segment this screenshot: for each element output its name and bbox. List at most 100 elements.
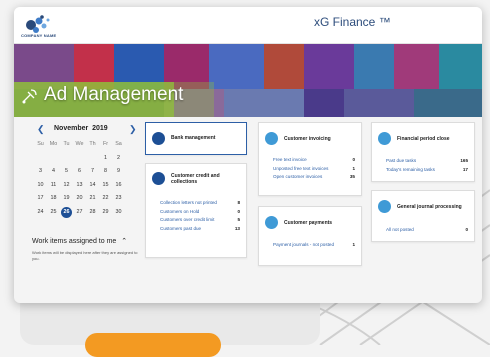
calendar-day[interactable]: 16 (112, 179, 125, 193)
calendar-month-year: November 2019 (54, 125, 108, 132)
calendar-weekday: Th (89, 141, 96, 147)
tile-row[interactable]: Customers over credit limit 5 (160, 217, 240, 223)
invoice-icon (265, 132, 278, 145)
tile-rows: Free text invoice 0 Unposted free text inv… (273, 157, 355, 183)
tile-rows: All not posted 0 (386, 227, 468, 236)
tile-title: Financial period close (397, 136, 450, 142)
tile-row-label[interactable]: Free text invoice (273, 157, 335, 163)
company-name: COMPANY NAME (21, 33, 57, 38)
tile-customer-invoicing[interactable]: Customer invoicing Free text invoice 0 Unp… (258, 122, 362, 196)
tile-row-label[interactable]: Customers past due (160, 226, 222, 232)
orange-action-button[interactable] (85, 333, 221, 357)
tile-row[interactable]: Unposted free text invoices 1 (273, 166, 355, 172)
tile-row-label[interactable]: Open customer invoices (273, 174, 335, 180)
calendar-day[interactable]: 19 (60, 192, 73, 206)
calendar-day-today[interactable]: 26 (61, 206, 72, 218)
calendar-day[interactable]: 4 (47, 165, 60, 179)
work-items-heading[interactable]: Work items assigned to me ⌃ (32, 237, 127, 245)
credit-card-icon (152, 172, 165, 185)
tile-row[interactable]: Past due tasks 165 (386, 158, 468, 164)
calendar-day[interactable]: 5 (60, 165, 73, 179)
calendar-day[interactable]: 17 (34, 192, 47, 206)
calendar-day[interactable]: 29 (99, 206, 112, 220)
tile-header: Financial period close (372, 123, 474, 147)
tile-row-count: 17 (462, 166, 468, 172)
tile-row[interactable]: Customers on Hold 0 (160, 209, 240, 215)
calendar-weekday: Su (37, 141, 44, 147)
calendar-grid: Su Mo Tu We Th Fr Sa 1 2 3 4 5 6 7 8 9 10 11 12 13 14 15 16 17 1… (34, 138, 144, 220)
calendar-day[interactable]: 28 (86, 206, 99, 220)
tile-row-label[interactable]: Customers on Hold (160, 209, 222, 215)
calendar-day[interactable]: 30 (112, 206, 125, 220)
calendar-day[interactable]: 8 (99, 165, 112, 179)
calendar-empty-cell (86, 152, 99, 166)
tile-row[interactable]: All not posted 0 (386, 227, 468, 233)
calendar-empty-cell (73, 152, 86, 166)
tile-row[interactable]: Open customer invoices 35 (273, 174, 355, 180)
tile-customer-credit[interactable]: Customer credit and collections Collecti… (145, 163, 247, 258)
tile-row[interactable]: Free text invoice 0 (273, 157, 355, 163)
tile-row[interactable]: Today's remaining tasks 17 (386, 167, 468, 173)
calendar-day[interactable]: 22 (99, 192, 112, 206)
chevron-right-icon[interactable]: ❯ (129, 124, 137, 135)
calendar-day[interactable]: 21 (86, 192, 99, 206)
calendar-close-icon (378, 132, 391, 145)
tile-title: Bank management (171, 135, 216, 141)
tile-row[interactable]: Collection letters not printed 8 (160, 200, 240, 206)
module-banner: Ad Management (14, 44, 482, 117)
calendar-day[interactable]: 18 (47, 192, 60, 206)
calendar-empty-cell (60, 152, 73, 166)
calendar-day[interactable]: 6 (73, 165, 86, 179)
app-header: COMPANY NAME xG Finance ™ (14, 7, 482, 44)
tile-row-label[interactable]: Customers over credit limit (160, 217, 222, 223)
journal-icon (378, 200, 391, 213)
tile-title: Customer invoicing (284, 136, 331, 142)
calendar-day[interactable]: 1 (99, 152, 112, 166)
tile-header: General journal processing (372, 191, 474, 215)
calendar-day[interactable]: 14 (86, 179, 99, 193)
calendar-day[interactable]: 7 (86, 165, 99, 179)
app-window: COMPANY NAME xG Finance ™ Ad Management … (14, 7, 482, 303)
tile-row-count: 165 (460, 158, 468, 163)
calendar-day[interactable]: 2 (112, 152, 125, 166)
calendar-weekday: Tu (63, 141, 70, 147)
calendar-day[interactable]: 25 (47, 206, 60, 220)
calendar-weekday: We (75, 141, 84, 147)
tile-row[interactable]: Customers past due 13 (160, 226, 240, 232)
tile-row-label[interactable]: Today's remaining tasks (386, 167, 448, 173)
tile-row[interactable]: Payment journals - not posted 1 (273, 242, 355, 248)
calendar-empty-cell (34, 152, 47, 166)
bank-icon (152, 132, 165, 145)
calendar-day[interactable]: 11 (47, 179, 60, 193)
tile-general-journal[interactable]: General journal processing All not poste… (371, 190, 475, 242)
calendar-day[interactable]: 10 (34, 179, 47, 193)
calendar-day[interactable]: 23 (112, 192, 125, 206)
tile-title: Customer credit and collections (171, 173, 220, 185)
calendar-day[interactable]: 12 (60, 179, 73, 193)
tile-bank-management[interactable]: Bank management (145, 122, 247, 155)
tile-row-label[interactable]: Past due tasks (386, 158, 448, 164)
tile-row-label[interactable]: All not posted (386, 227, 448, 233)
page-title: Ad Management (44, 84, 184, 105)
tile-customer-payments[interactable]: Customer payments Payment journals - not… (258, 206, 362, 266)
calendar-day[interactable]: 3 (34, 165, 47, 179)
tile-row-label[interactable]: Payment journals - not posted (273, 242, 335, 248)
chevron-up-icon[interactable]: ⌃ (121, 238, 127, 245)
tile-financial-period-close[interactable]: Financial period close Past due tasks 165… (371, 122, 475, 182)
calendar-day[interactable]: 24 (34, 206, 47, 220)
chevron-left-icon[interactable]: ❮ (37, 124, 45, 135)
calendar-day[interactable]: 9 (112, 165, 125, 179)
calendar-day[interactable]: 20 (73, 192, 86, 206)
tile-row-label[interactable]: Collection letters not printed (160, 200, 222, 206)
tile-row-label[interactable]: Unposted free text invoices (273, 166, 335, 172)
payment-icon (265, 216, 278, 229)
tile-row-count: 35 (349, 174, 355, 180)
calendar: ❮ November 2019 ❯ Su Mo Tu We Th Fr Sa 1 2 3 4 5 6 7 8… (32, 124, 144, 220)
calendar-weekday: Mo (49, 141, 58, 147)
app-title: xG Finance ™ (314, 15, 391, 29)
calendar-day[interactable]: 15 (99, 179, 112, 193)
tile-header: Customer credit and collections (146, 164, 246, 188)
calendar-day[interactable]: 27 (73, 206, 86, 220)
calendar-day[interactable]: 13 (73, 179, 86, 193)
tile-rows: Collection letters not printed 8 Customers… (160, 200, 240, 234)
